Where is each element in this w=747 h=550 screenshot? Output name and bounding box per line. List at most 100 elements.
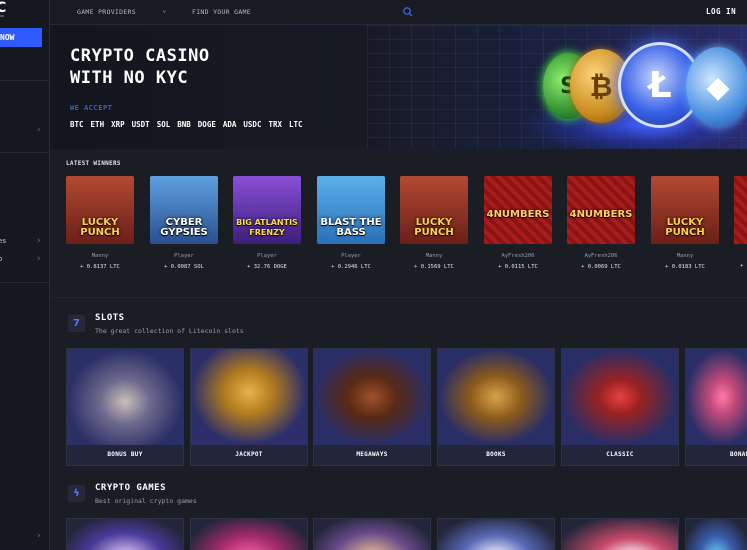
winner-game-thumbnail[interactable]: BIG ATLANTIS FRENZY bbox=[233, 176, 301, 244]
winner-player-name: AyFresh206 bbox=[501, 253, 535, 259]
winner-game-title: BIG ATLANTIS FRENZY bbox=[236, 218, 298, 237]
winner-amount: + 0.0069 LTC bbox=[581, 264, 621, 270]
crypto-game-tile[interactable] bbox=[561, 518, 679, 550]
winner-amount: + 0.0087 SOL bbox=[164, 264, 204, 270]
winner-card[interactable]: 4NUMBERS AyFresh206 + 0.0069 LTC bbox=[567, 176, 635, 270]
category-label: BOOKS bbox=[486, 451, 506, 458]
winner-game-title: BLAST THE BASS bbox=[320, 217, 382, 238]
winner-card[interactable]: LUCKY PUNCH Manny + 0.1569 LTC bbox=[400, 176, 468, 270]
winner-game-thumbnail[interactable]: 4NUMBERS bbox=[484, 176, 552, 244]
chevron-right-icon[interactable]: › bbox=[36, 531, 41, 541]
winner-amount-partial: + bbox=[740, 263, 744, 269]
currency-btc: BTC bbox=[70, 120, 84, 129]
currency-usdt: USDT bbox=[131, 120, 150, 129]
register-now-button[interactable]: NOW bbox=[0, 28, 42, 47]
currency-xrp: XRP bbox=[111, 120, 125, 129]
top-bar: GAME PROVIDERS ⌄ LOG IN bbox=[50, 0, 747, 25]
winner-game-thumbnail[interactable]: LUCKY PUNCH bbox=[400, 176, 468, 244]
category-tile-classic[interactable]: CLASSIC bbox=[561, 348, 679, 466]
login-button[interactable]: LOG IN bbox=[706, 7, 736, 16]
winner-player-name: Manny bbox=[425, 253, 443, 259]
currency-eth: ETH bbox=[90, 120, 105, 129]
search-input[interactable] bbox=[190, 4, 415, 20]
site-logo[interactable]: C bbox=[0, 0, 6, 16]
winner-player-name: Player bbox=[341, 253, 361, 259]
winner-player-name: AyFresh206 bbox=[584, 253, 618, 259]
crypto-game-tile[interactable] bbox=[66, 518, 184, 550]
sidebar-divider bbox=[0, 152, 49, 153]
winner-amount: + 0.0115 LTC bbox=[498, 264, 538, 270]
winner-card[interactable]: 4NUMBERS AyFresh206 + 0.0115 LTC bbox=[484, 176, 552, 270]
winner-game-thumbnail[interactable]: CYBER GYPSIES bbox=[150, 176, 218, 244]
currency-ada: ADA bbox=[222, 120, 237, 129]
winner-card-partial[interactable] bbox=[734, 176, 747, 244]
winner-game-thumbnail[interactable]: BLAST THE BASS bbox=[317, 176, 385, 244]
section-divider bbox=[50, 297, 747, 298]
winner-amount: + 0.2946 LTC bbox=[331, 264, 371, 270]
category-label: MEGAWAYS bbox=[356, 451, 388, 458]
winner-card[interactable]: CYBER GYPSIES Player + 0.0087 SOL bbox=[150, 176, 218, 270]
slots-subtitle: The great collection of Litecoin slots bbox=[95, 327, 244, 335]
winner-amount: + 32.76 DOGE bbox=[247, 264, 287, 270]
winner-player-name: Player bbox=[174, 253, 194, 259]
crypto-game-tile[interactable] bbox=[190, 518, 308, 550]
game-providers-dropdown[interactable]: GAME PROVIDERS bbox=[77, 8, 136, 16]
currency-doge: DOGE bbox=[197, 120, 216, 129]
category-label: JACKPOT bbox=[235, 451, 263, 458]
slots-seven-icon: 7 bbox=[68, 315, 85, 332]
hero-title-line1: CRYPTO CASINO bbox=[70, 46, 210, 66]
winner-player-name: Player bbox=[257, 253, 277, 259]
currency-ltc: LTC bbox=[289, 120, 303, 129]
category-label: CLASSIC bbox=[606, 451, 634, 458]
candy-image bbox=[686, 349, 747, 445]
chevron-down-icon[interactable]: ⌄ bbox=[162, 5, 167, 14]
dog-image bbox=[314, 349, 430, 445]
crypto-games-subtitle: Best original crypto games bbox=[95, 497, 197, 505]
sidebar: C NOW › es › p › › bbox=[0, 0, 50, 550]
winner-card[interactable]: LUCKY PUNCH Manny + 0.8137 LTC bbox=[66, 176, 134, 270]
hero-banner: CRYPTO CASINO WITH NO KYC WE ACCEPT BTC … bbox=[50, 25, 747, 149]
category-label: BONUS BUY bbox=[107, 451, 143, 458]
category-tile-bonus-buy[interactable]: BONUS BUY bbox=[66, 348, 184, 466]
crypto-game-tile[interactable] bbox=[685, 518, 747, 550]
winner-player-name: Manny bbox=[91, 253, 109, 259]
crypto-game-tile[interactable] bbox=[313, 518, 431, 550]
hero-title: CRYPTO CASINO WITH NO KYC bbox=[70, 45, 210, 89]
hero-title-line2: WITH NO KYC bbox=[70, 68, 189, 88]
category-label: BONAN bbox=[730, 451, 747, 458]
lightning-icon: ϟ bbox=[68, 485, 85, 502]
currency-bnb: BNB bbox=[177, 120, 191, 129]
winner-card[interactable]: LUCKY PUNCH Manny + 0.0183 LTC bbox=[651, 176, 719, 270]
currency-sol: SOL bbox=[156, 120, 171, 129]
currency-list: BTC ETH XRP USDT SOL BNB DOGE ADA USDC T… bbox=[70, 120, 303, 129]
pegasus-image bbox=[191, 349, 307, 445]
category-tile-bonanza[interactable]: BONAN bbox=[685, 348, 747, 466]
chevron-right-icon[interactable]: › bbox=[36, 125, 41, 135]
sidebar-item-other[interactable]: p bbox=[0, 255, 2, 263]
winner-game-title: 4NUMBERS bbox=[486, 209, 550, 220]
seven-image bbox=[562, 349, 678, 445]
category-tile-jackpot[interactable]: JACKPOT bbox=[190, 348, 308, 466]
sidebar-item-games[interactable]: es bbox=[0, 237, 6, 245]
crypto-games-title[interactable]: CRYPTO GAMES bbox=[95, 483, 166, 493]
sidebar-divider bbox=[0, 80, 49, 81]
logo-underline bbox=[0, 15, 4, 17]
currency-usdc: USDC bbox=[243, 120, 262, 129]
search-icon[interactable] bbox=[402, 6, 414, 18]
slots-title[interactable]: SLOTS bbox=[95, 313, 125, 323]
winner-game-title: CYBER GYPSIES bbox=[160, 217, 208, 238]
winner-game-thumbnail[interactable]: LUCKY PUNCH bbox=[651, 176, 719, 244]
category-tile-books[interactable]: BOOKS bbox=[437, 348, 555, 466]
winner-game-title: LUCKY PUNCH bbox=[665, 217, 705, 238]
winner-game-thumbnail[interactable]: LUCKY PUNCH bbox=[66, 176, 134, 244]
currency-trx: TRX bbox=[268, 120, 283, 129]
winner-card[interactable]: BIG ATLANTIS FRENZY Player + 32.76 DOGE bbox=[233, 176, 301, 270]
category-tile-megaways[interactable]: MEGAWAYS bbox=[313, 348, 431, 466]
winner-amount: + 0.1569 LTC bbox=[414, 264, 454, 270]
chevron-right-icon[interactable]: › bbox=[36, 236, 41, 246]
ethereum-coin-icon: ◆ bbox=[686, 47, 747, 127]
winner-game-thumbnail[interactable]: 4NUMBERS bbox=[567, 176, 635, 244]
winner-card[interactable]: BLAST THE BASS Player + 0.2946 LTC bbox=[317, 176, 385, 270]
chevron-right-icon[interactable]: › bbox=[36, 254, 41, 264]
crypto-game-tile[interactable] bbox=[437, 518, 555, 550]
